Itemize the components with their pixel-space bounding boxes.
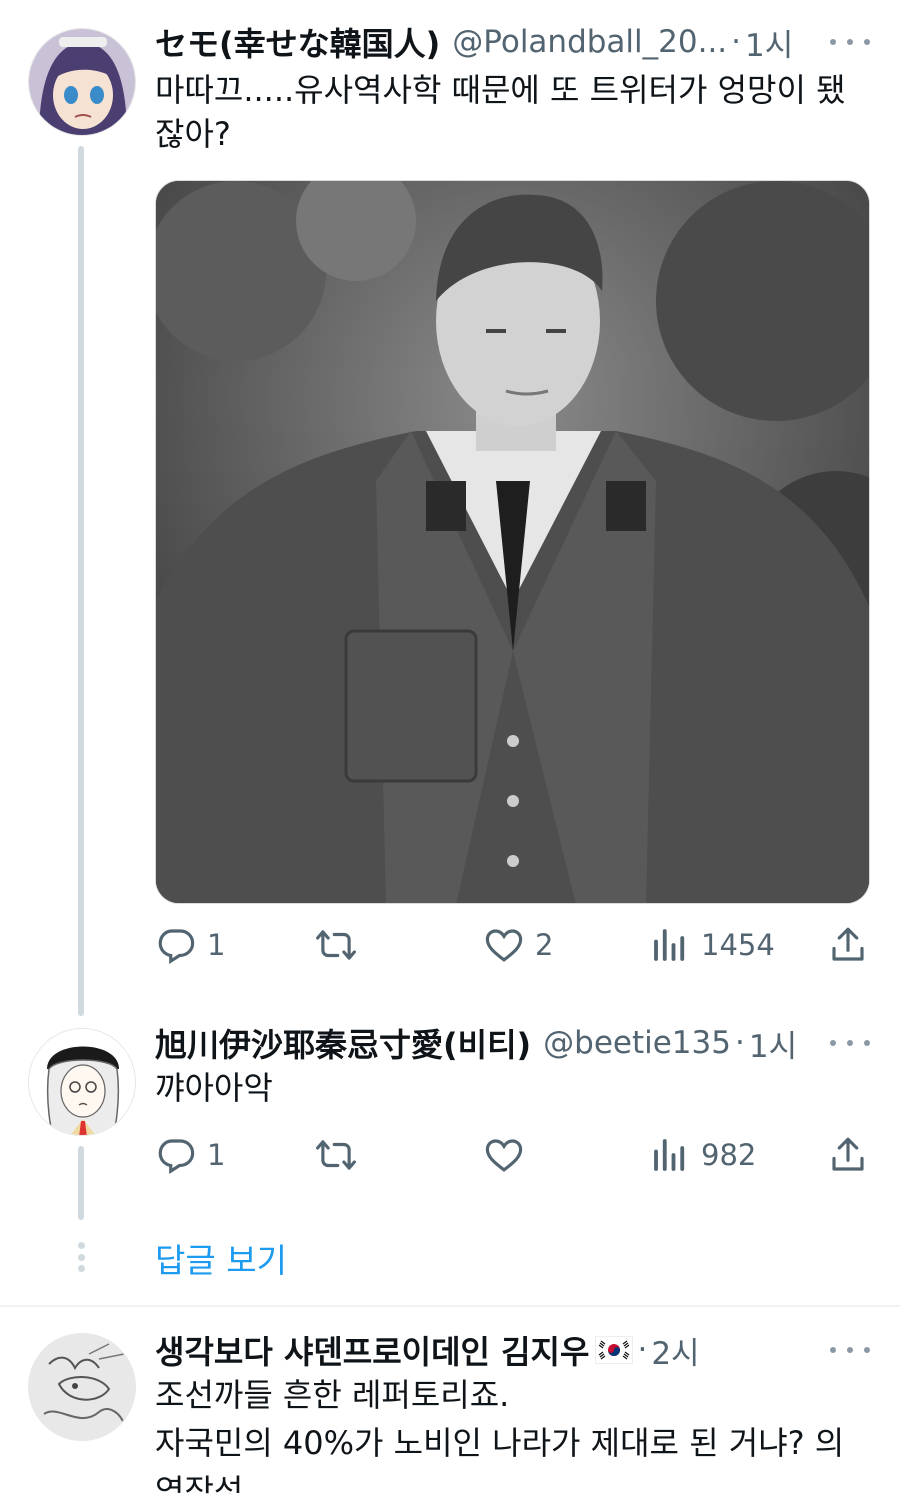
tweet-header: 旭川伊沙耶秦忌寸愛(비티) @beetie135 · 1시	[155, 1021, 870, 1065]
avatar[interactable]	[28, 1028, 136, 1136]
share-button[interactable]	[827, 920, 869, 970]
display-name[interactable]: セモ(幸せな韓国人)	[155, 19, 440, 65]
avatar[interactable]	[28, 1333, 136, 1441]
timestamp[interactable]: 1시	[745, 20, 793, 65]
share-icon	[832, 927, 864, 961]
tweet-text: 마따끄.....유사역사학 때문에 또 트위터가 엉망이 됐잖아?	[155, 71, 846, 153]
views-count: 1454	[701, 928, 775, 962]
avatar[interactable]	[28, 28, 136, 136]
south-korea-flag-icon	[595, 1336, 634, 1364]
reply-count: 1	[207, 1138, 226, 1172]
tweet-header: セモ(幸せな韓国人) @Polandball_20... · 1시	[155, 20, 870, 64]
reply-button[interactable]: 1	[155, 920, 225, 970]
tweet-text-line-2: 자국민의 40%가 노비인 나라가 제대로 된 거냐? 의	[155, 1424, 845, 1462]
views-count: 982	[701, 1138, 757, 1172]
like-button[interactable]: 2	[483, 920, 553, 970]
display-name[interactable]: 생각보다 샤덴프로이데인 김지우	[155, 1327, 589, 1373]
timestamp[interactable]: 2시	[651, 1328, 699, 1373]
share-icon	[832, 1137, 864, 1171]
more-icon[interactable]	[830, 1328, 870, 1372]
display-name[interactable]: 旭川伊沙耶秦忌寸愛(비티)	[155, 1020, 531, 1066]
like-count: 2	[535, 928, 554, 962]
reply-button[interactable]: 1	[155, 1130, 225, 1180]
timestamp[interactable]: 1시	[749, 1021, 797, 1066]
views-icon	[654, 929, 685, 961]
retweet-icon	[316, 1140, 356, 1170]
username[interactable]: @beetie135	[543, 1025, 731, 1061]
tweet-image[interactable]	[155, 180, 870, 904]
tweet-text-line-1: 조선까들 흔한 레퍼토리죠.	[155, 1376, 510, 1414]
username[interactable]: @Polandball_20...	[452, 24, 727, 60]
tweet-2[interactable]: 旭川伊沙耶秦忌寸愛(비티) @beetie135 · 1시 꺄아아악 1 982	[0, 1010, 900, 1220]
show-replies-link[interactable]: 답글 보기	[155, 1234, 287, 1282]
views-button[interactable]: 982	[649, 1130, 756, 1180]
separator: ·	[731, 24, 742, 60]
share-button[interactable]	[827, 1130, 869, 1180]
tweet-actions: 1 2 1454	[155, 920, 870, 970]
thread-dots-icon	[77, 1242, 85, 1272]
retweet-icon	[316, 930, 356, 960]
tweet-header: 생각보다 샤덴프로이데인 김지우 · 2시	[155, 1328, 870, 1372]
reply-icon	[158, 1139, 195, 1174]
separator: ·	[734, 1025, 745, 1061]
reply-count: 1	[207, 928, 226, 962]
thread-line	[78, 146, 84, 1016]
retweet-button[interactable]	[315, 1130, 367, 1180]
more-icon[interactable]	[830, 20, 870, 64]
reply-icon	[158, 929, 195, 964]
like-button[interactable]	[483, 1130, 535, 1180]
tweet-actions: 1 982	[155, 1130, 870, 1180]
tweet-text-line-3: 역작성	[155, 1472, 244, 1494]
separator: ·	[637, 1332, 648, 1368]
tweet-text: 꺄아아악	[155, 1069, 273, 1107]
photo	[156, 181, 869, 903]
views-button[interactable]: 1454	[649, 920, 775, 970]
tweet-1[interactable]: セモ(幸せな韓国人) @Polandball_20... · 1시 마따끄...…	[0, 0, 900, 1016]
more-icon[interactable]	[830, 1021, 870, 1065]
thread-line	[78, 1146, 84, 1220]
views-icon	[654, 1139, 685, 1171]
tweet-3[interactable]: 생각보다 샤덴프로이데인 김지우 · 2시 조선까들 흔한 레퍼토리죠. 자국민…	[0, 1307, 900, 1494]
retweet-button[interactable]	[315, 920, 367, 970]
show-replies-row: 답글 보기	[0, 1230, 900, 1286]
like-icon	[485, 929, 523, 962]
like-icon	[485, 1139, 523, 1172]
